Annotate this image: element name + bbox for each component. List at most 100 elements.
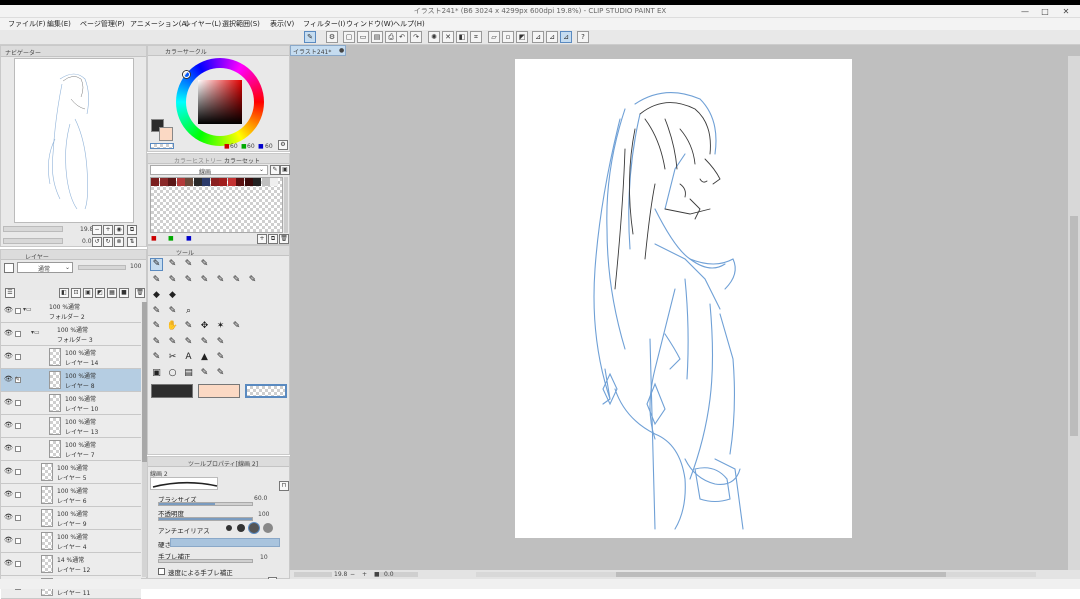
eye-icon[interactable]: 👁 <box>4 536 13 544</box>
flip-icon[interactable]: ⧉ <box>127 225 137 235</box>
menu-window[interactable]: ウィンドウ(W) <box>346 19 393 29</box>
eye-icon[interactable]: 👁 <box>4 421 13 429</box>
transparent-drawing-color[interactable] <box>245 384 287 398</box>
brush-size-slider[interactable] <box>158 502 253 506</box>
tool-icon[interactable]: ✎ <box>166 258 179 271</box>
tool-icon[interactable]: ✎ <box>150 320 163 333</box>
tool-icon[interactable]: ✎ <box>150 336 163 349</box>
layer-lock-box[interactable] <box>15 331 21 337</box>
delete-color-icon[interactable]: 🗑 <box>279 234 289 244</box>
canvas-vertical-scrollbar[interactable] <box>1068 56 1080 571</box>
layer-lock-box[interactable] <box>15 446 21 452</box>
sub-color-swatch[interactable] <box>159 127 173 141</box>
layer-tab[interactable]: レイヤー <box>25 252 49 261</box>
color-set-scrollbar[interactable] <box>284 177 288 233</box>
tool-icon[interactable]: ✎ <box>166 336 179 349</box>
rotate-right-icon[interactable]: ↻ <box>103 237 113 247</box>
fit-icon[interactable]: ◉ <box>114 225 124 235</box>
tool-icon[interactable]: ✋ <box>166 320 179 333</box>
document-tab[interactable]: イラスト241* ● <box>290 45 346 56</box>
new-file-icon[interactable]: ▢ <box>343 31 355 43</box>
color-swatch[interactable] <box>151 178 159 186</box>
layer-lock-box[interactable] <box>15 400 21 406</box>
tool-icon[interactable]: ◆ <box>166 289 179 302</box>
antialias-strong-icon[interactable] <box>263 523 273 533</box>
layer-lock-box[interactable] <box>15 538 21 544</box>
eye-icon[interactable]: 👁 <box>4 398 13 406</box>
layer-lock-icon[interactable]: ⊡ <box>71 288 81 298</box>
menu-help[interactable]: ヘルプ(H) <box>393 19 425 29</box>
tool-icon[interactable]: ✎ <box>150 274 163 287</box>
hue-marker[interactable] <box>183 71 190 78</box>
tool-icon[interactable]: ✂ <box>166 351 179 364</box>
folder-icon[interactable]: ▾▭ <box>23 306 32 313</box>
color-swatch[interactable] <box>159 178 168 186</box>
tool-icon[interactable]: A <box>182 351 195 364</box>
color-swatch[interactable] <box>261 178 270 186</box>
rotate-left-icon[interactable]: ↺ <box>92 237 102 247</box>
tool-icon[interactable]: ✎ <box>230 320 243 333</box>
color-swatch[interactable] <box>176 178 185 186</box>
layer-move-icon[interactable]: ✎ <box>304 31 316 43</box>
layer-lock-box[interactable] <box>15 515 21 521</box>
menu-selection[interactable]: 選択範囲(S) <box>222 19 260 29</box>
opacity-slider[interactable] <box>158 517 253 521</box>
transparent-swatch[interactable] <box>150 143 174 149</box>
tool-icon[interactable]: ▤ <box>182 367 195 380</box>
antialias-weak-icon[interactable] <box>237 524 245 532</box>
antialias-none-icon[interactable] <box>226 525 232 531</box>
folder-icon[interactable]: ▾▭ <box>31 329 40 336</box>
layer-opacity-slider[interactable] <box>78 265 126 270</box>
clear-icon[interactable]: ✕ <box>442 31 454 43</box>
undo-icon[interactable]: ↶ <box>396 31 408 43</box>
color-swatch[interactable] <box>236 178 244 186</box>
tool-icon[interactable]: ✎ <box>214 367 227 380</box>
flip-vertical-icon[interactable]: ⇅ <box>127 237 137 247</box>
color-settings-icon[interactable]: ⚙ <box>278 140 288 150</box>
layer-lock-box[interactable] <box>15 561 21 567</box>
menu-filter[interactable]: フィルター(I) <box>303 19 345 29</box>
tool-property-tab[interactable]: ツールプロパティ[線画 2] <box>188 459 258 468</box>
tool-icon[interactable]: ✎ <box>230 274 243 287</box>
spinner-icon[interactable]: ✺ <box>428 31 440 43</box>
tool-icon[interactable]: ✎ <box>246 274 259 287</box>
tool-icon[interactable]: ✎ <box>166 274 179 287</box>
settings-icon[interactable]: ⚙ <box>326 31 338 43</box>
eye-icon[interactable]: 👁 <box>4 375 13 383</box>
layer-folder-row[interactable]: 👁 ▾▭ 100 %通常 フォルダー 2 <box>1 300 141 323</box>
layer-ref-icon[interactable]: ▣ <box>83 288 93 298</box>
snap-grid-icon[interactable]: ⊿ <box>560 31 572 43</box>
hardness-selector[interactable] <box>170 538 280 547</box>
tool-icon[interactable]: ✎ <box>198 367 211 380</box>
tool-icon[interactable]: ▲ <box>198 351 211 364</box>
eye-icon[interactable]: 👁 <box>4 329 13 337</box>
maximize-button[interactable]: □ <box>1035 6 1055 17</box>
layer-lock-box[interactable] <box>15 423 21 429</box>
replace-color-icon[interactable]: ⧉ <box>268 234 278 244</box>
save-icon[interactable]: ▤ <box>371 31 383 43</box>
tool-icon[interactable]: ✎ <box>214 351 227 364</box>
blend-mode-select[interactable]: 通常 ⌄ <box>17 262 73 273</box>
eyedropper-icon[interactable]: ✎ <box>270 165 280 175</box>
layer-row[interactable]: 👁 100 %通常 レイヤー 10 <box>1 392 141 415</box>
add-color-icon[interactable]: + <box>257 234 267 244</box>
eye-icon[interactable]: 👁 <box>4 490 13 498</box>
navigator-preview[interactable] <box>14 58 134 223</box>
layer-folder-row[interactable]: 👁 ▾▭ 100 %通常 フォルダー 3 <box>1 323 141 346</box>
sub-drawing-color[interactable] <box>198 384 240 398</box>
color-swatch[interactable] <box>168 178 176 186</box>
main-drawing-color[interactable] <box>151 384 193 398</box>
layer-row[interactable]: 👁 100 %通常 レイヤー 7 <box>1 438 141 461</box>
deselect-icon[interactable]: ▫ <box>502 31 514 43</box>
tool-icon[interactable]: ✶ <box>214 320 227 333</box>
navigator-rotate-slider[interactable] <box>3 238 63 244</box>
tool-icon[interactable]: ✎ <box>182 320 195 333</box>
redo-icon[interactable]: ↷ <box>410 31 422 43</box>
canvas-horizontal-scrollbar[interactable] <box>476 572 1036 577</box>
menu-edit[interactable]: 編集(E) <box>47 19 71 29</box>
layer-row[interactable]: 👁 100 %通常 レイヤー 5 <box>1 461 141 484</box>
hue-ring[interactable] <box>176 58 264 146</box>
fill-icon[interactable]: ◧ <box>456 31 468 43</box>
tool-tab[interactable]: ツール <box>176 248 194 257</box>
tool-icon[interactable]: ▣ <box>150 367 163 380</box>
